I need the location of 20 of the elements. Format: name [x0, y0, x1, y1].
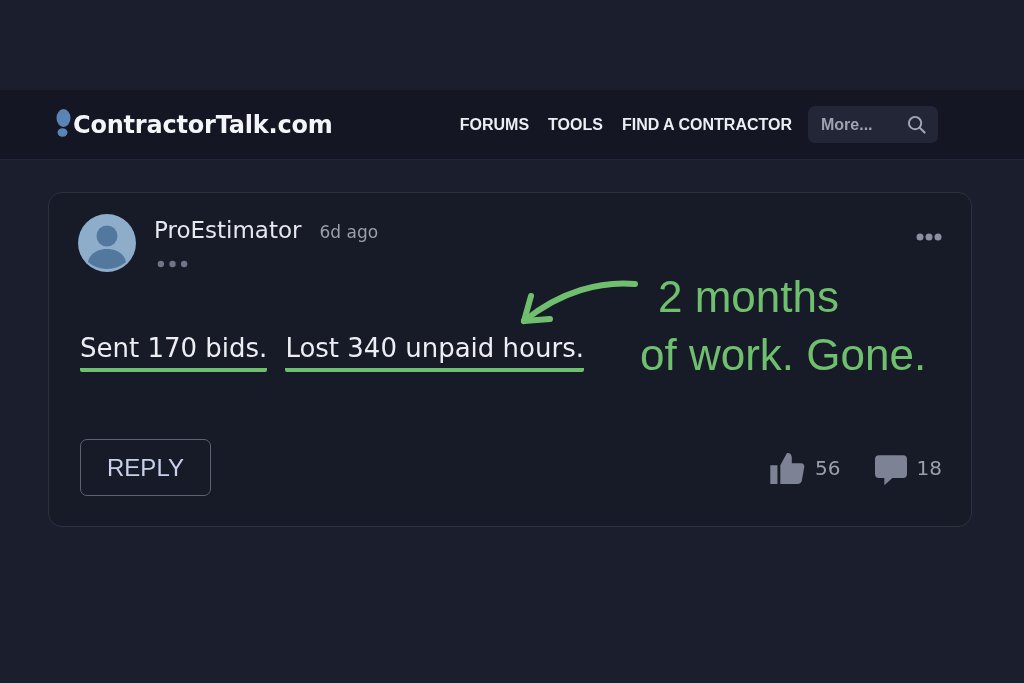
search-field[interactable]: More... — [808, 106, 938, 143]
handwritten-note: 2 months of work. Gone. — [640, 271, 927, 381]
post-time: 6d ago — [319, 222, 379, 242]
post-text: Lost 340 unpaid hours. — [285, 332, 584, 372]
footprint-icon — [55, 109, 71, 137]
thumbs-up-icon[interactable] — [770, 451, 806, 484]
post-text: Sent 170 bids. — [80, 332, 268, 372]
nav-link[interactable]: FIND A CONTRACTOR — [621, 115, 792, 134]
search-icon[interactable] — [907, 115, 926, 134]
speech-bubble-icon[interactable] — [874, 453, 907, 486]
reply-button[interactable]: REPLY — [80, 439, 211, 496]
ellipsis-icon — [157, 260, 188, 268]
more-options-icon[interactable] — [916, 233, 942, 241]
author-name[interactable]: ProEstimator — [154, 216, 302, 244]
like-count: 56 — [815, 455, 841, 480]
avatar-icon — [78, 214, 136, 272]
nav-link[interactable]: TOOLS — [548, 115, 603, 134]
nav-link[interactable]: FORUMS — [459, 115, 530, 134]
site-logo-text[interactable]: ContractorTalk.com — [73, 110, 333, 139]
comment-count: 18 — [916, 455, 942, 480]
